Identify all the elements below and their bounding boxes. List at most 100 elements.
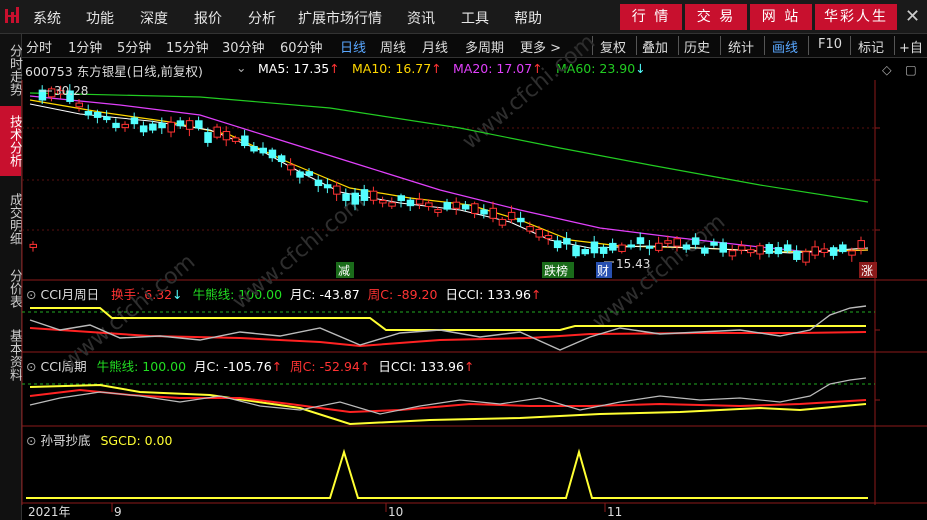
- candle: [489, 207, 497, 219]
- candle: [507, 211, 516, 221]
- candle: [747, 249, 755, 254]
- candle: [461, 204, 470, 210]
- reduce-badge-label: 减: [338, 264, 350, 278]
- candle: [241, 135, 249, 147]
- candle: [195, 120, 203, 129]
- candle: [38, 89, 47, 101]
- day-cci-line: [29, 305, 867, 351]
- candle: [231, 137, 240, 142]
- sgcd-line: [26, 448, 868, 499]
- candle: [268, 149, 277, 159]
- candle: [728, 250, 737, 257]
- candle: [452, 201, 461, 209]
- candle: [599, 246, 608, 254]
- candle: [756, 245, 764, 255]
- high-price-label: 30.28: [54, 84, 88, 98]
- candle: [553, 240, 562, 249]
- candle: [645, 245, 654, 249]
- candle: [259, 147, 267, 154]
- candle: [130, 117, 139, 125]
- candle: [517, 217, 525, 223]
- candle: [443, 202, 451, 210]
- candle: [434, 209, 442, 213]
- candle: [425, 202, 433, 208]
- candlestick-series: [29, 84, 865, 266]
- candle: [563, 238, 571, 245]
- candle: [765, 244, 773, 254]
- ma10-line: [29, 99, 869, 253]
- candle: [139, 125, 148, 133]
- candle: [314, 179, 323, 187]
- candle: [526, 226, 534, 232]
- candle: [287, 164, 295, 171]
- low-price-label: 15.43: [616, 257, 650, 271]
- candle: [121, 123, 129, 129]
- finance-badge-label: 财: [597, 264, 609, 278]
- x-axis-month-9: 9: [114, 505, 122, 519]
- candle: [719, 242, 727, 253]
- month-c-line: [29, 383, 867, 426]
- x-axis-month-10: 10: [388, 505, 403, 519]
- candle: [627, 244, 635, 248]
- candle: [333, 185, 341, 195]
- candle: [250, 145, 258, 152]
- candle: [811, 246, 819, 256]
- candle: [296, 171, 304, 178]
- candle: [75, 102, 83, 108]
- candle: [701, 247, 709, 254]
- candle: [793, 250, 801, 260]
- candle: [820, 248, 829, 253]
- candle: [636, 237, 645, 245]
- candle: [158, 122, 166, 129]
- candle: [388, 202, 396, 207]
- candle: [829, 247, 838, 256]
- candle: [682, 244, 691, 250]
- candle: [544, 234, 553, 240]
- candle: [691, 237, 700, 245]
- candle: [498, 218, 507, 226]
- candle: [149, 123, 157, 131]
- candle: [406, 199, 415, 207]
- rise-badge-label: 涨: [861, 263, 873, 278]
- candle: [167, 121, 175, 133]
- candle: [222, 131, 231, 141]
- candle: [572, 245, 580, 257]
- candle: [103, 116, 111, 121]
- candle: [774, 247, 783, 255]
- x-axis-year-label: 2021年: [28, 505, 71, 519]
- candle: [673, 238, 681, 247]
- candle: [535, 229, 543, 238]
- candle: [664, 240, 672, 244]
- candle: [360, 189, 369, 201]
- candle: [839, 244, 847, 253]
- candle: [112, 122, 120, 128]
- candle: [379, 200, 387, 204]
- candle: [609, 242, 617, 251]
- candle: [581, 249, 589, 255]
- candle: [655, 242, 663, 251]
- candle: [590, 241, 599, 254]
- candle: [857, 240, 865, 249]
- x-axis-month-11: 11: [607, 505, 622, 519]
- candle: [185, 120, 194, 130]
- candle: [342, 193, 350, 201]
- candle: [480, 209, 488, 215]
- candle: [802, 251, 810, 263]
- candle: [277, 155, 286, 163]
- chart-canvas[interactable]: www.cfchi.com www.cfchi.com www.cfchi.co…: [0, 0, 927, 520]
- drop-list-badge-label: 跌榜: [544, 263, 568, 278]
- watermark-text: www.cfchi.com: [458, 29, 600, 154]
- candle: [351, 192, 359, 205]
- candle: [176, 120, 185, 127]
- candle: [93, 111, 102, 118]
- candle: [369, 190, 378, 201]
- candle: [397, 195, 405, 202]
- candle: [737, 245, 746, 251]
- candle: [305, 171, 313, 176]
- candle: [84, 111, 93, 116]
- watermark-text: www.cfchi.com: [228, 189, 370, 314]
- candle: [848, 250, 856, 256]
- candle: [710, 241, 718, 246]
- candle: [618, 244, 626, 252]
- month-c-line: [30, 307, 866, 331]
